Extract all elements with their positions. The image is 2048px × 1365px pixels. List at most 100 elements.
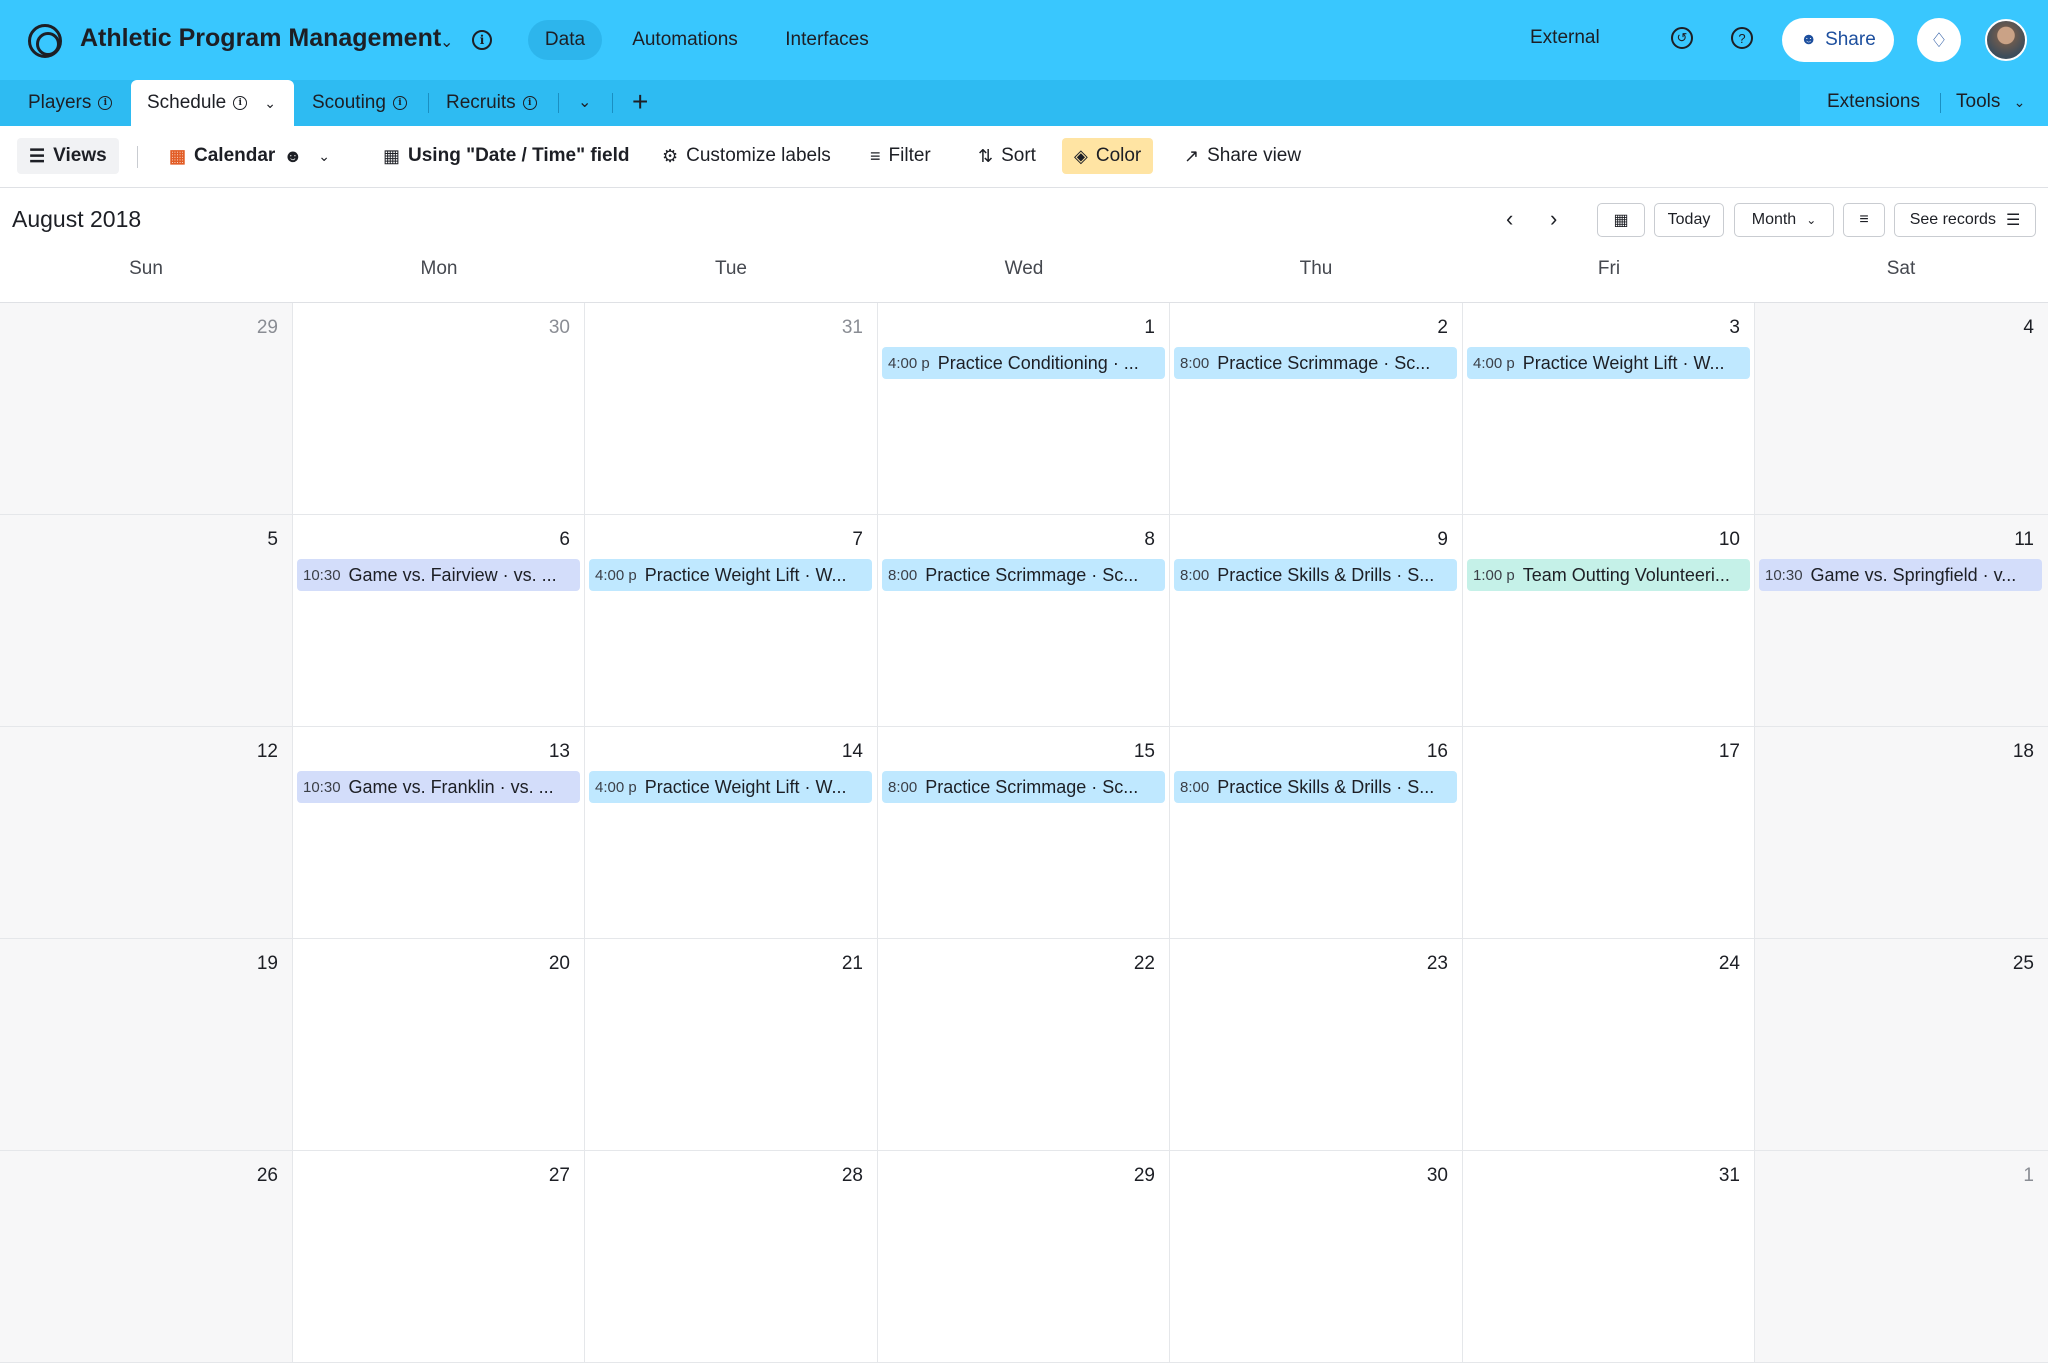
tab-label: Schedule [147, 92, 227, 113]
calendar-day-cell[interactable]: 10 1:00 p Team Outting Volunteeri... [1463, 515, 1755, 727]
calendar-event[interactable]: 8:00 Practice Skills & Drills · S... [1174, 771, 1457, 803]
calendar-day-cell[interactable]: 9 8:00 Practice Skills & Drills · S... [1170, 515, 1463, 727]
calendar-event[interactable]: 4:00 p Practice Weight Lift · W... [1467, 347, 1750, 379]
calendar-day-cell[interactable]: 14 4:00 p Practice Weight Lift · W... [585, 727, 878, 939]
calendar-day-cell[interactable]: 20 [293, 939, 585, 1151]
calendar-day-cell[interactable]: 21 [585, 939, 878, 1151]
tab-recruits[interactable]: Recruits i [446, 80, 537, 126]
calendar-day-cell[interactable]: 6 10:30 Game vs. Fairview · vs. ... [293, 515, 585, 727]
month-select[interactable]: Month ⌄ [1734, 203, 1834, 237]
tab-schedule[interactable]: Schedule i ⌄ [131, 80, 294, 126]
nav-data[interactable]: Data [528, 20, 602, 60]
share-view-button[interactable]: ↗ Share view [1172, 138, 1313, 174]
tab-scouting[interactable]: Scouting i [312, 80, 407, 126]
day-number: 7 [852, 529, 863, 550]
nav-automations[interactable]: Automations [614, 20, 756, 60]
chevron-down-icon[interactable]: ⌄ [578, 92, 591, 112]
calendar-day-cell[interactable]: 31 [585, 303, 878, 515]
calendar-day-cell[interactable]: 30 [1170, 1151, 1463, 1363]
view-switcher[interactable]: ▦ Calendar ☻ ⌄ [157, 138, 342, 174]
calendar-day-cell[interactable]: 8 8:00 Practice Scrimmage · Sc... [878, 515, 1170, 727]
menu-icon: ☰ [2005, 212, 2021, 229]
calendar-day-cell[interactable]: 15 8:00 Practice Scrimmage · Sc... [878, 727, 1170, 939]
today-button[interactable]: Today [1654, 203, 1724, 237]
external-link[interactable]: External [1530, 27, 1600, 49]
date-field-button[interactable]: ▦ Using "Date / Time" field [371, 138, 641, 174]
base-logo-icon[interactable] [28, 24, 62, 58]
chevron-left-icon[interactable]: ‹ [1506, 206, 1513, 232]
see-records-button[interactable]: See records ☰ [1894, 203, 2036, 237]
calendar-day-cell[interactable]: 16 8:00 Practice Skills & Drills · S... [1170, 727, 1463, 939]
calendar-event[interactable]: 10:30 Game vs. Franklin · vs. ... [297, 771, 580, 803]
app-header: Athletic Program Management ⌄ i Data Aut… [0, 0, 2048, 80]
weekday-label: Mon [420, 258, 458, 279]
calendar-event[interactable]: 8:00 Practice Scrimmage · Sc... [882, 559, 1165, 591]
event-time: 8:00 [1180, 566, 1210, 584]
calendar-day-cell[interactable]: 1 4:00 p Practice Conditioning · ... [878, 303, 1170, 515]
calendar-day-cell[interactable]: 29 [878, 1151, 1170, 1363]
calendar-event[interactable]: 10:30 Game vs. Fairview · vs. ... [297, 559, 580, 591]
calendar-day-cell[interactable]: 4 [1755, 303, 2048, 515]
calendar-day-cell[interactable]: 13 10:30 Game vs. Franklin · vs. ... [293, 727, 585, 939]
bell-icon[interactable]: ♢ [1917, 18, 1961, 62]
calendar-event[interactable]: 4:00 p Practice Weight Lift · W... [589, 771, 872, 803]
sort-button[interactable]: ⇅ Sort [966, 138, 1048, 174]
calendar-day-cell[interactable]: 12 [0, 727, 293, 939]
calendar-day-cell[interactable]: 1 [1755, 1151, 2048, 1363]
tab-players[interactable]: Players i [28, 80, 113, 126]
chevron-right-icon[interactable]: › [1550, 206, 1557, 232]
calendar-day-cell[interactable]: 7 4:00 p Practice Weight Lift · W... [585, 515, 878, 727]
add-table-icon[interactable]: + [632, 86, 648, 118]
calendar-day-cell[interactable]: 2 8:00 Practice Scrimmage · Sc... [1170, 303, 1463, 515]
calendar-day-cell[interactable]: 24 [1463, 939, 1755, 1151]
calendar-event[interactable]: 4:00 p Practice Conditioning · ... [882, 347, 1165, 379]
chevron-down-icon[interactable]: ⌄ [264, 95, 276, 112]
calendar-day-cell[interactable]: 25 [1755, 939, 2048, 1151]
calendar-day-cell[interactable]: 19 [0, 939, 293, 1151]
color-button[interactable]: ◈ Color [1062, 138, 1154, 174]
day-number: 27 [548, 1165, 570, 1186]
chevron-down-icon[interactable]: ⌄ [440, 32, 453, 52]
calendar-day-cell[interactable]: 22 [878, 939, 1170, 1151]
month-title: August 2018 [12, 206, 142, 232]
calendar-day-cell[interactable]: 23 [1170, 939, 1463, 1151]
day-number: 9 [1437, 529, 1448, 550]
help-icon[interactable]: ? [1731, 27, 1753, 49]
base-title[interactable]: Athletic Program Management [80, 24, 441, 53]
date-picker-button[interactable]: ▦ [1597, 203, 1645, 237]
customize-labels-button[interactable]: ⚙ Customize labels [650, 138, 843, 174]
extensions-button[interactable]: Extensions [1827, 91, 1920, 113]
calendar-event[interactable]: 8:00 Practice Scrimmage · Sc... [882, 771, 1165, 803]
calendar-event[interactable]: 8:00 Practice Skills & Drills · S... [1174, 559, 1457, 591]
calendar-day-cell[interactable]: 28 [585, 1151, 878, 1363]
nav-interfaces[interactable]: Interfaces [772, 20, 882, 60]
share-button[interactable]: ☻ Share [1782, 18, 1894, 62]
sort-label: Sort [1001, 145, 1036, 166]
history-icon[interactable]: ↺ [1671, 27, 1693, 49]
calendar-day-cell[interactable]: 27 [293, 1151, 585, 1363]
calendar-event[interactable]: 8:00 Practice Scrimmage · Sc... [1174, 347, 1457, 379]
calendar-day-cell[interactable]: 18 [1755, 727, 2048, 939]
calendar-day-cell[interactable]: 3 4:00 p Practice Weight Lift · W... [1463, 303, 1755, 515]
calendar-event[interactable]: 4:00 p Practice Weight Lift · W... [589, 559, 872, 591]
day-number: 1 [1144, 317, 1155, 338]
info-icon[interactable]: i [472, 30, 492, 50]
calendar-day-cell[interactable]: 11 10:30 Game vs. Springfield · v... [1755, 515, 2048, 727]
calendar-day-cell[interactable]: 26 [0, 1151, 293, 1363]
calendar-day-cell[interactable]: 17 [1463, 727, 1755, 939]
views-button[interactable]: ☰ Views [17, 138, 119, 174]
calendar-event[interactable]: 10:30 Game vs. Springfield · v... [1759, 559, 2042, 591]
filter-button[interactable]: ≡ Filter [858, 138, 943, 174]
filter-label: Filter [888, 145, 931, 166]
calendar-day-cell[interactable]: 31 [1463, 1151, 1755, 1363]
calendar-day-cell[interactable]: 30 [293, 303, 585, 515]
tools-button[interactable]: Tools ⌄ [1956, 91, 2025, 113]
calendar-day-cell[interactable]: 5 [0, 515, 293, 727]
summary-button[interactable]: ≡ [1843, 203, 1885, 237]
event-time: 10:30 [303, 778, 341, 796]
calendar-day-cell[interactable]: 29 [0, 303, 293, 515]
day-number: 8 [1144, 529, 1155, 550]
avatar[interactable] [1985, 19, 2027, 61]
day-number: 15 [1133, 741, 1155, 762]
calendar-event[interactable]: 1:00 p Team Outting Volunteeri... [1467, 559, 1750, 591]
